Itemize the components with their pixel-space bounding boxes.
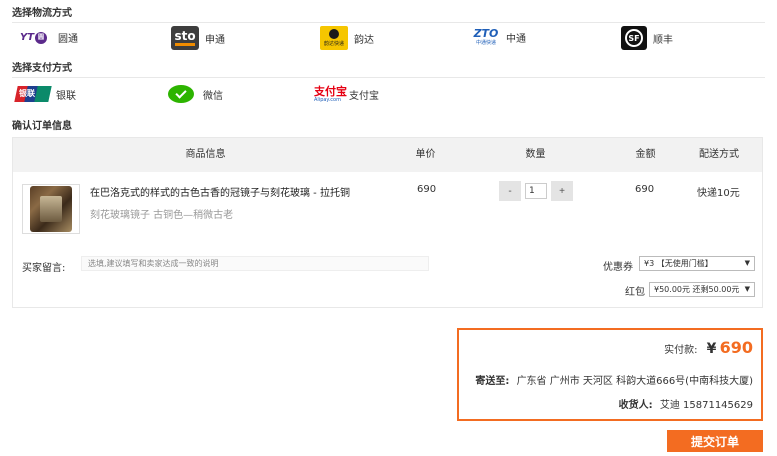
submit-order-button[interactable]: 提交订单 <box>667 430 763 452</box>
buyer-message-label: 买家留言: <box>22 263 66 274</box>
logistics-option-yunda[interactable]: 韵达快递 韵达 <box>320 26 374 50</box>
logistics-option-label: 中通 <box>506 33 526 45</box>
payment-option-alipay[interactable]: 支付宝 Alipay.com 支付宝 <box>314 86 379 103</box>
coupon-select[interactable]: ¥3 【无使用门槛】 ▼ <box>639 256 755 271</box>
receiver-value: 艾迪 15871145629 <box>659 400 753 411</box>
order-table-header: 商品信息 单价 数量 金额 配送方式 <box>13 138 762 172</box>
product-name[interactable]: 在巴洛克式的样式的古色古香的冠镜子与刻花玻璃 - 拉托铜 <box>90 184 350 199</box>
order-table: 商品信息 单价 数量 金额 配送方式 在巴洛克式的样式的古色古香的冠镜子与刻花玻… <box>12 137 763 308</box>
redpack-label: 红包 <box>625 287 645 298</box>
payment-option-label: 支付宝 <box>349 91 379 102</box>
product-sku: 刻花玻璃镜子 古铜色—稍微古老 <box>90 210 234 221</box>
quantity-input[interactable]: 1 <box>525 183 547 199</box>
payment-option-label: 微信 <box>203 90 223 102</box>
logistics-option-label: 申通 <box>205 34 225 46</box>
quantity-increase-button[interactable]: + <box>551 181 573 201</box>
header-delivery: 配送方式 <box>699 149 739 160</box>
sf-logo-icon: SF <box>621 26 647 50</box>
buyer-message-input[interactable]: 选填,建议填写和卖家达成一致的说明 <box>81 256 429 271</box>
unit-price: 690 <box>417 184 437 195</box>
payment-option-wechat[interactable]: 微信 <box>167 83 223 105</box>
redpack-select[interactable]: ¥50.00元 还剩50.00元 ▼ <box>649 282 755 297</box>
payment-option-label: 银联 <box>56 90 76 102</box>
sto-logo-icon: sto <box>171 26 199 50</box>
header-quantity: 数量 <box>525 149 546 160</box>
coupon-label: 优惠券 <box>603 262 633 273</box>
delivery-method: 快递10元 <box>697 188 740 199</box>
logistics-section-title: 选择物流方式 <box>12 8 72 19</box>
chevron-down-icon: ▼ <box>744 285 750 293</box>
receiver-label: 收货人: <box>618 400 653 411</box>
payment-section-title: 选择支付方式 <box>12 63 72 74</box>
order-section-title: 确认订单信息 <box>12 121 72 132</box>
logistics-option-label: 韵达 <box>354 34 374 46</box>
paid-amount: 690 <box>719 338 753 357</box>
header-amount: 金额 <box>635 149 656 160</box>
paid-label: 实付款: <box>664 345 698 356</box>
unionpay-logo-icon: 银联 <box>14 85 52 103</box>
paid-row: 实付款: ¥ 690 <box>664 338 753 357</box>
ship-to-address: 广东省 广州市 天河区 科韵大道666号(中南科技大厦) <box>516 376 753 387</box>
chevron-down-icon: ▼ <box>744 259 750 267</box>
logistics-divider <box>12 22 765 23</box>
logistics-option-sto[interactable]: sto 申通 <box>171 26 225 50</box>
logistics-option-label: 顺丰 <box>653 34 673 46</box>
header-product-info: 商品信息 <box>185 149 226 160</box>
payment-option-unionpay[interactable]: 银联 银联 <box>14 85 76 103</box>
logistics-option-sf[interactable]: SF 顺丰 <box>621 26 673 50</box>
product-thumbnail[interactable] <box>22 184 80 234</box>
item-amount: 690 <box>635 184 655 195</box>
logistics-option-yto[interactable]: YT 圆 圆通 <box>20 30 78 45</box>
logistics-option-zto[interactable]: ZTO 中通快递 中通 <box>472 28 526 46</box>
alipay-logo-icon: 支付宝 Alipay.com <box>314 85 347 103</box>
receiver-row: 收货人: 艾迪 15871145629 <box>619 396 753 411</box>
zto-logo-icon: ZTO 中通快递 <box>473 26 499 46</box>
ship-to-label: 寄送至: <box>475 376 510 387</box>
yto-logo-icon: YT 圆 <box>20 31 52 45</box>
logistics-option-label: 圆通 <box>58 34 78 45</box>
redpack-selected-value: ¥50.00元 还剩50.00元 <box>654 285 740 294</box>
quantity-stepper[interactable]: - 1 + <box>499 181 573 201</box>
order-summary: 实付款: ¥ 690 寄送至: 广东省 广州市 天河区 科韵大道666号(中南科… <box>457 328 763 421</box>
paid-currency: ¥ <box>706 341 717 357</box>
quantity-decrease-button[interactable]: - <box>499 181 521 201</box>
header-unit-price: 单价 <box>415 149 436 160</box>
ship-to-row: 寄送至: 广东省 广州市 天河区 科韵大道666号(中南科技大厦) <box>475 372 753 387</box>
yunda-logo-icon: 韵达快递 <box>320 26 348 50</box>
wechat-logo-icon <box>167 83 195 105</box>
coupon-selected-value: ¥3 【无使用门槛】 <box>644 259 713 268</box>
payment-divider <box>12 77 765 78</box>
